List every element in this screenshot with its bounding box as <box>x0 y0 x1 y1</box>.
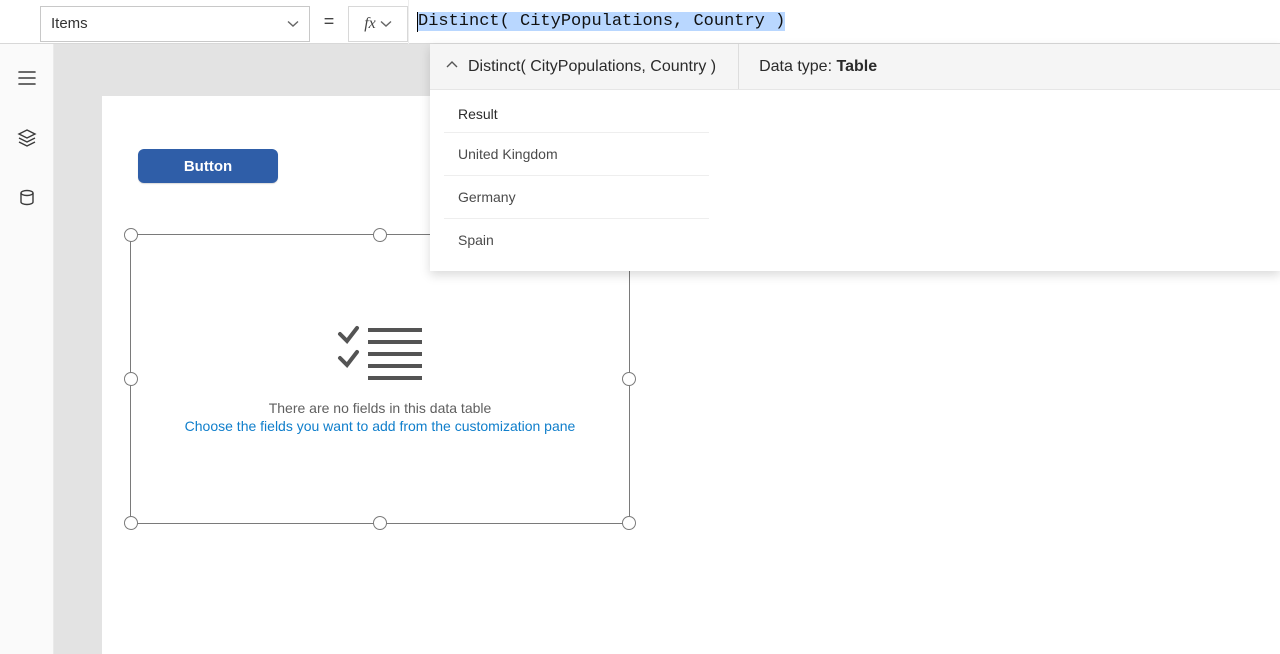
resize-handle[interactable] <box>622 372 636 386</box>
result-column-header: Result <box>444 96 709 133</box>
formula-token: , <box>673 12 683 31</box>
canvas-button-control[interactable]: Button <box>138 149 278 183</box>
left-rail <box>0 44 54 654</box>
result-column: Result United Kingdom Germany Spain <box>444 96 709 261</box>
result-body: Result United Kingdom Germany Spain <box>430 90 1280 271</box>
result-expression-text: Distinct( CityPopulations, Country ) <box>468 58 716 76</box>
formula-token: CityPopulations <box>510 12 673 31</box>
formula-token: Country <box>683 12 775 31</box>
chevron-up-icon <box>446 59 458 74</box>
formula-bar: Items = fx Distinct( CityPopulations, Co… <box>0 0 1280 44</box>
datatable-empty-message: There are no fields in this data table <box>269 400 492 416</box>
resize-handle[interactable] <box>373 516 387 530</box>
data-table-control[interactable]: There are no fields in this data table C… <box>130 234 630 524</box>
hamburger-icon[interactable] <box>17 68 37 88</box>
formula-result-panel: Distinct( CityPopulations, Country ) Dat… <box>430 44 1280 271</box>
data-icon[interactable] <box>17 188 37 208</box>
result-expression[interactable]: Distinct( CityPopulations, Country ) <box>430 44 739 89</box>
fx-label: fx <box>364 15 376 33</box>
result-datatype: Data type: Table <box>739 58 897 76</box>
formula-token: ) <box>775 12 785 31</box>
resize-handle[interactable] <box>124 516 138 530</box>
formula-input[interactable]: Distinct( CityPopulations, Country ) <box>408 0 1280 44</box>
datatype-label: Data type: <box>759 58 832 75</box>
result-row[interactable]: United Kingdom <box>444 133 709 176</box>
property-selector-label: Items <box>51 15 88 32</box>
layers-icon[interactable] <box>17 128 37 148</box>
result-header: Distinct( CityPopulations, Country ) Dat… <box>430 44 1280 90</box>
resize-handle[interactable] <box>124 372 138 386</box>
fx-dropdown[interactable]: fx <box>348 6 408 42</box>
resize-handle[interactable] <box>373 228 387 242</box>
resize-handle[interactable] <box>622 516 636 530</box>
chevron-down-icon <box>380 18 392 30</box>
button-label: Button <box>184 158 232 175</box>
formula-token: Distinct( <box>418 12 510 31</box>
datatable-choose-fields-link[interactable]: Choose the fields you want to add from t… <box>185 418 576 434</box>
checklist-icon <box>336 324 424 382</box>
property-selector[interactable]: Items <box>40 6 310 42</box>
result-row[interactable]: Germany <box>444 176 709 219</box>
datatype-value: Table <box>836 58 877 75</box>
equals-label: = <box>310 11 348 32</box>
chevron-down-icon <box>287 18 299 30</box>
result-row[interactable]: Spain <box>444 219 709 261</box>
resize-handle[interactable] <box>124 228 138 242</box>
